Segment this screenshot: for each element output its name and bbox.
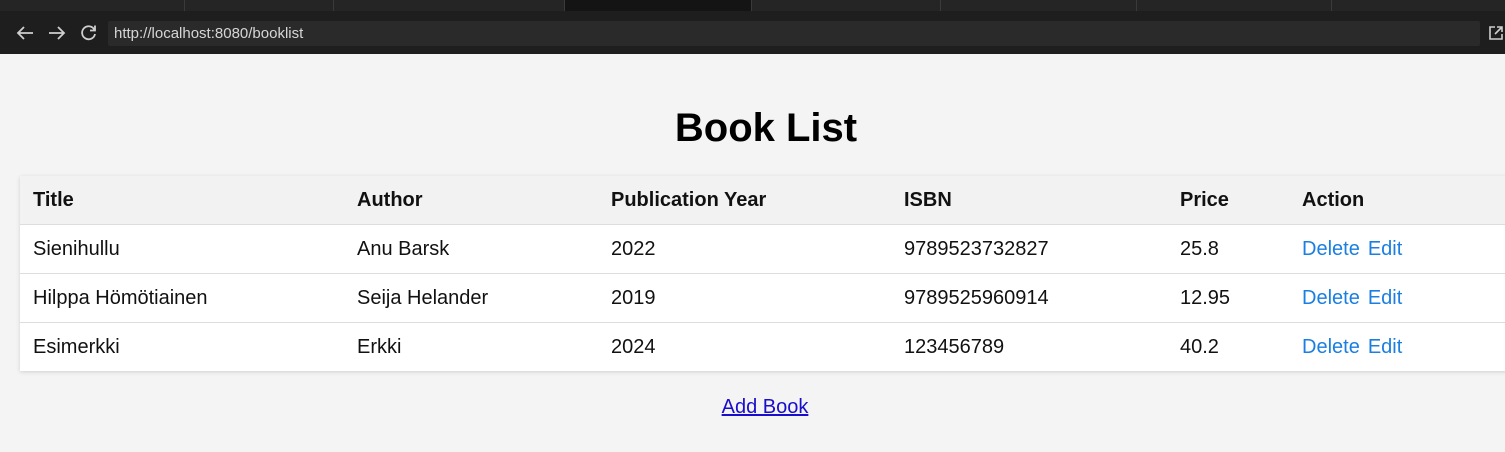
address-bar[interactable]: http://localhost:8080/booklist (108, 21, 1480, 46)
cell-isbn: 9789525960914 (891, 273, 1167, 323)
browser-tab[interactable] (941, 0, 1137, 11)
add-book-container: Add Book (0, 396, 1505, 419)
url-text: http://localhost:8080/booklist (114, 25, 304, 42)
reload-icon[interactable] (74, 12, 104, 54)
column-header-title: Title (33, 188, 74, 211)
cell-action: Delete Edit (1289, 273, 1505, 323)
delete-link[interactable]: Delete (1302, 287, 1360, 309)
cell-title: Esimerkki (20, 322, 344, 371)
browser-tab[interactable] (1137, 0, 1332, 11)
column-header-year: Publication Year (611, 188, 767, 211)
column-header-action: Action (1302, 188, 1365, 211)
cell-isbn: 123456789 (891, 322, 1167, 371)
back-arrow-icon[interactable] (10, 12, 40, 54)
cell-author: Erkki (344, 322, 598, 371)
browser-tab[interactable] (0, 0, 185, 11)
column-header-author: Author (357, 188, 423, 211)
cell-price: 40.2 (1167, 322, 1289, 371)
cell-price: 12.95 (1167, 273, 1289, 323)
book-table-card: Title Author Publication Year ISBN Price… (20, 176, 1505, 371)
delete-link[interactable]: Delete (1302, 238, 1360, 260)
browser-tab-active[interactable] (565, 0, 752, 11)
cell-year: 2022 (598, 224, 891, 274)
book-table: Title Author Publication Year ISBN Price… (20, 176, 1505, 371)
column-header-isbn: ISBN (904, 188, 952, 211)
column-header-price: Price (1180, 188, 1229, 211)
browser-tab[interactable] (334, 0, 565, 11)
cell-author: Seija Helander (344, 273, 598, 323)
cell-action: Delete Edit (1289, 224, 1505, 274)
edit-link[interactable]: Edit (1368, 336, 1402, 358)
browser-tab[interactable] (1332, 0, 1505, 11)
cell-price: 25.8 (1167, 224, 1289, 274)
cell-action: Delete Edit (1289, 322, 1505, 371)
cell-year: 2024 (598, 322, 891, 371)
table-header-row: Title Author Publication Year ISBN Price… (20, 176, 1505, 225)
add-book-link[interactable]: Add Book (722, 396, 809, 418)
edit-link[interactable]: Edit (1368, 238, 1402, 260)
page-title: Book List (674, 106, 858, 150)
forward-arrow-icon[interactable] (42, 12, 72, 54)
table-row: Sienihullu Anu Barsk 2022 9789523732827 … (20, 224, 1505, 274)
browser-tab[interactable] (752, 0, 941, 11)
cell-author: Anu Barsk (344, 224, 598, 274)
edit-link[interactable]: Edit (1368, 287, 1402, 309)
cell-isbn: 9789523732827 (891, 224, 1167, 274)
open-external-icon[interactable] (1488, 12, 1505, 54)
browser-tab-strip (0, 0, 1505, 12)
delete-link[interactable]: Delete (1302, 336, 1360, 358)
browser-toolbar: http://localhost:8080/booklist (0, 12, 1505, 54)
cell-title: Hilppa Hömötiainen (20, 273, 344, 323)
table-row: Esimerkki Erkki 2024 123456789 40.2 Dele… (20, 322, 1505, 371)
browser-tab[interactable] (185, 0, 334, 11)
table-row: Hilppa Hömötiainen Seija Helander 2019 9… (20, 273, 1505, 323)
cell-title: Sienihullu (20, 224, 344, 274)
cell-year: 2019 (598, 273, 891, 323)
